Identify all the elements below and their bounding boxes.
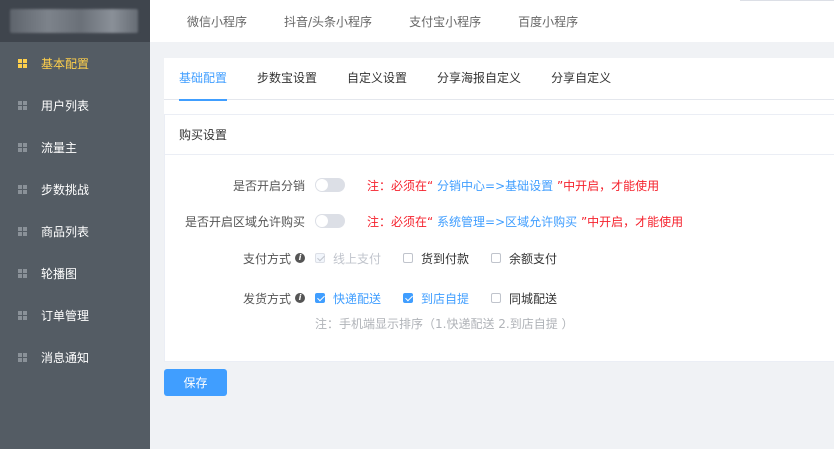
sidebar-item-user-list[interactable]: 用户列表: [0, 84, 150, 126]
sidebar-item-label: 用户列表: [41, 98, 90, 113]
grid-icon: [18, 184, 27, 194]
sidebar-item-step-challenge[interactable]: 步数挑战: [0, 168, 150, 210]
sidebar-item-orders[interactable]: 订单管理: [0, 294, 150, 336]
sidebar-item-label: 基本配置: [41, 56, 90, 71]
tab-basic-config[interactable]: 基础配置: [179, 58, 228, 101]
top-tab-wechat[interactable]: 微信小程序: [187, 13, 247, 30]
logo: [10, 9, 138, 33]
grid-icon: [18, 58, 27, 68]
sidebar: 基本配置 用户列表 流量主 步数挑战 商品列表 轮播图 订单管理 消息通知: [0, 0, 150, 449]
distribution-label: 是否开启分销: [232, 178, 305, 193]
shipping-hint: 注：手机端显示排序（1.快递配送 2.到店自提 ）: [315, 317, 574, 331]
grid-icon: [18, 310, 27, 320]
shipping-row: 发货方式 i 快递配送 到店自提 同城配送: [165, 288, 579, 308]
region-label: 是否开启区域允许购买: [184, 214, 305, 229]
sidebar-item-label: 订单管理: [41, 308, 90, 323]
purchase-settings-panel: 购买设置 是否开启分销 注：必须在“ 分销中心=>基础设置 ”中开启，才能使用 …: [164, 114, 834, 362]
payment-balance-checkbox[interactable]: 余额支付: [491, 250, 557, 267]
shipping-local-checkbox[interactable]: 同城配送: [491, 290, 557, 307]
shipping-pickup-checkbox[interactable]: 到店自提: [403, 290, 469, 307]
sidebar-item-product-list[interactable]: 商品列表: [0, 210, 150, 252]
sidebar-item-traffic-master[interactable]: 流量主: [0, 126, 150, 168]
region-toggle[interactable]: [315, 214, 345, 228]
payment-row: 支付方式 i 线上支付 货到付款 余额支付: [165, 248, 579, 268]
sidebar-item-label: 消息通知: [41, 350, 90, 365]
distribution-note: 注：必须在“ 分销中心=>基础设置 ”中开启，才能使用: [367, 178, 660, 193]
top-nav: 微信小程序 抖音/头条小程序 支付宝小程序 百度小程序: [150, 0, 834, 42]
top-tab-alipay[interactable]: 支付宝小程序: [409, 13, 481, 30]
sidebar-item-label: 步数挑战: [41, 182, 90, 197]
tab-share-custom[interactable]: 分享自定义: [551, 58, 611, 100]
info-icon: i: [295, 253, 305, 263]
grid-icon: [18, 226, 27, 236]
distribution-toggle[interactable]: [315, 178, 345, 192]
shipping-label: 发货方式 i: [165, 290, 305, 307]
save-button[interactable]: 保存: [164, 369, 227, 396]
grid-icon: [18, 268, 27, 278]
region-row: 是否开启区域允许购买 注：必须在“ 系统管理=>区域允许购买 ”中开启，才能使用: [165, 211, 683, 231]
top-tab-douyin[interactable]: 抖音/头条小程序: [284, 13, 372, 30]
tab-share-poster[interactable]: 分享海报自定义: [437, 58, 521, 100]
tab-step-settings[interactable]: 步数宝设置: [257, 58, 317, 100]
sidebar-item-basic-config[interactable]: 基本配置: [0, 42, 150, 84]
main-content: 基础配置 步数宝设置 自定义设置 分享海报自定义 分享自定义 购买设置 是否开启…: [150, 42, 834, 449]
payment-options: 线上支付 货到付款 余额支付: [315, 250, 579, 267]
sidebar-item-carousel[interactable]: 轮播图: [0, 252, 150, 294]
sidebar-item-label: 流量主: [41, 140, 78, 155]
panel-title: 购买设置: [165, 115, 834, 155]
divider: [740, 0, 834, 1]
sidebar-item-label: 轮播图: [41, 266, 78, 281]
grid-icon: [18, 142, 27, 152]
tab-custom-settings[interactable]: 自定义设置: [347, 58, 407, 100]
top-tab-baidu[interactable]: 百度小程序: [518, 13, 578, 30]
sidebar-item-label: 商品列表: [41, 224, 90, 239]
payment-label: 支付方式 i: [165, 250, 305, 267]
region-note: 注：必须在“ 系统管理=>区域允许购买 ”中开启，才能使用: [367, 214, 684, 229]
distribution-row: 是否开启分销 注：必须在“ 分销中心=>基础设置 ”中开启，才能使用: [165, 175, 659, 195]
grid-icon: [18, 100, 27, 110]
payment-cod-checkbox[interactable]: 货到付款: [403, 250, 469, 267]
shipping-options: 快递配送 到店自提 同城配送: [315, 290, 579, 307]
grid-icon: [18, 352, 27, 362]
info-icon: i: [295, 293, 305, 303]
sub-tabs: 基础配置 步数宝设置 自定义设置 分享海报自定义 分享自定义: [164, 58, 834, 101]
shipping-express-checkbox[interactable]: 快递配送: [315, 290, 381, 307]
sidebar-item-notifications[interactable]: 消息通知: [0, 336, 150, 378]
logo-area: [0, 0, 150, 42]
payment-online-checkbox[interactable]: 线上支付: [315, 250, 381, 267]
